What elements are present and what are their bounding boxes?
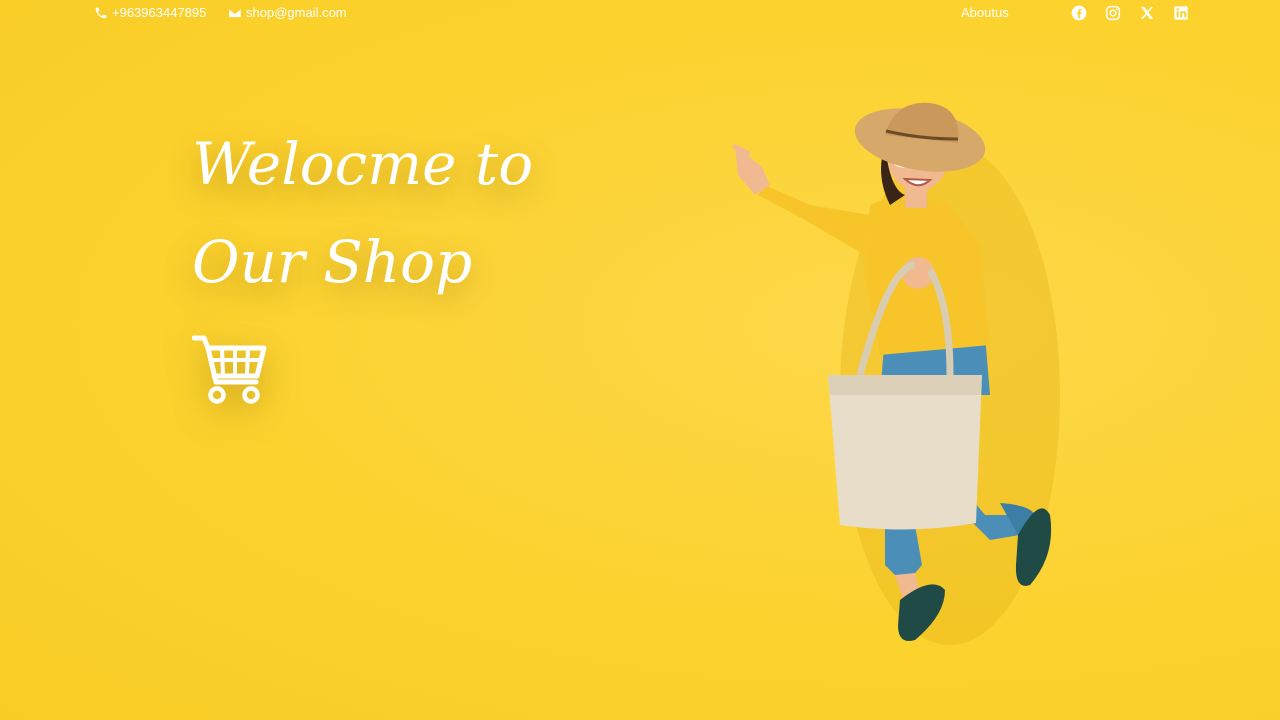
instagram-icon [1105, 5, 1121, 21]
facebook-icon [1071, 5, 1087, 21]
social-links [1071, 5, 1189, 21]
shop-cart-button[interactable] [191, 334, 268, 406]
envelope-icon [229, 8, 241, 17]
instagram-link[interactable] [1105, 5, 1121, 21]
shopping-cart-icon [191, 335, 267, 404]
phone-icon [95, 7, 107, 18]
hero-title-line-1: Welocme to [192, 130, 534, 198]
facebook-link[interactable] [1071, 5, 1087, 21]
x-icon [1140, 7, 1154, 19]
linkedin-icon [1174, 6, 1188, 20]
x-link[interactable] [1139, 5, 1155, 21]
top-bar: +963963447895 shop@gmail.com Aboutus [0, 0, 1280, 28]
phone-number: +963963447895 [112, 5, 207, 20]
email-contact[interactable]: shop@gmail.com [228, 5, 347, 20]
phone-contact[interactable]: +963963447895 [94, 5, 206, 20]
hero-title-line-2: Our Shop [192, 228, 473, 296]
about-us-link[interactable]: Aboutus [961, 5, 1009, 20]
email-address: shop@gmail.com [246, 5, 347, 20]
linkedin-link[interactable] [1173, 5, 1189, 21]
hero-model-image [700, 95, 1080, 655]
